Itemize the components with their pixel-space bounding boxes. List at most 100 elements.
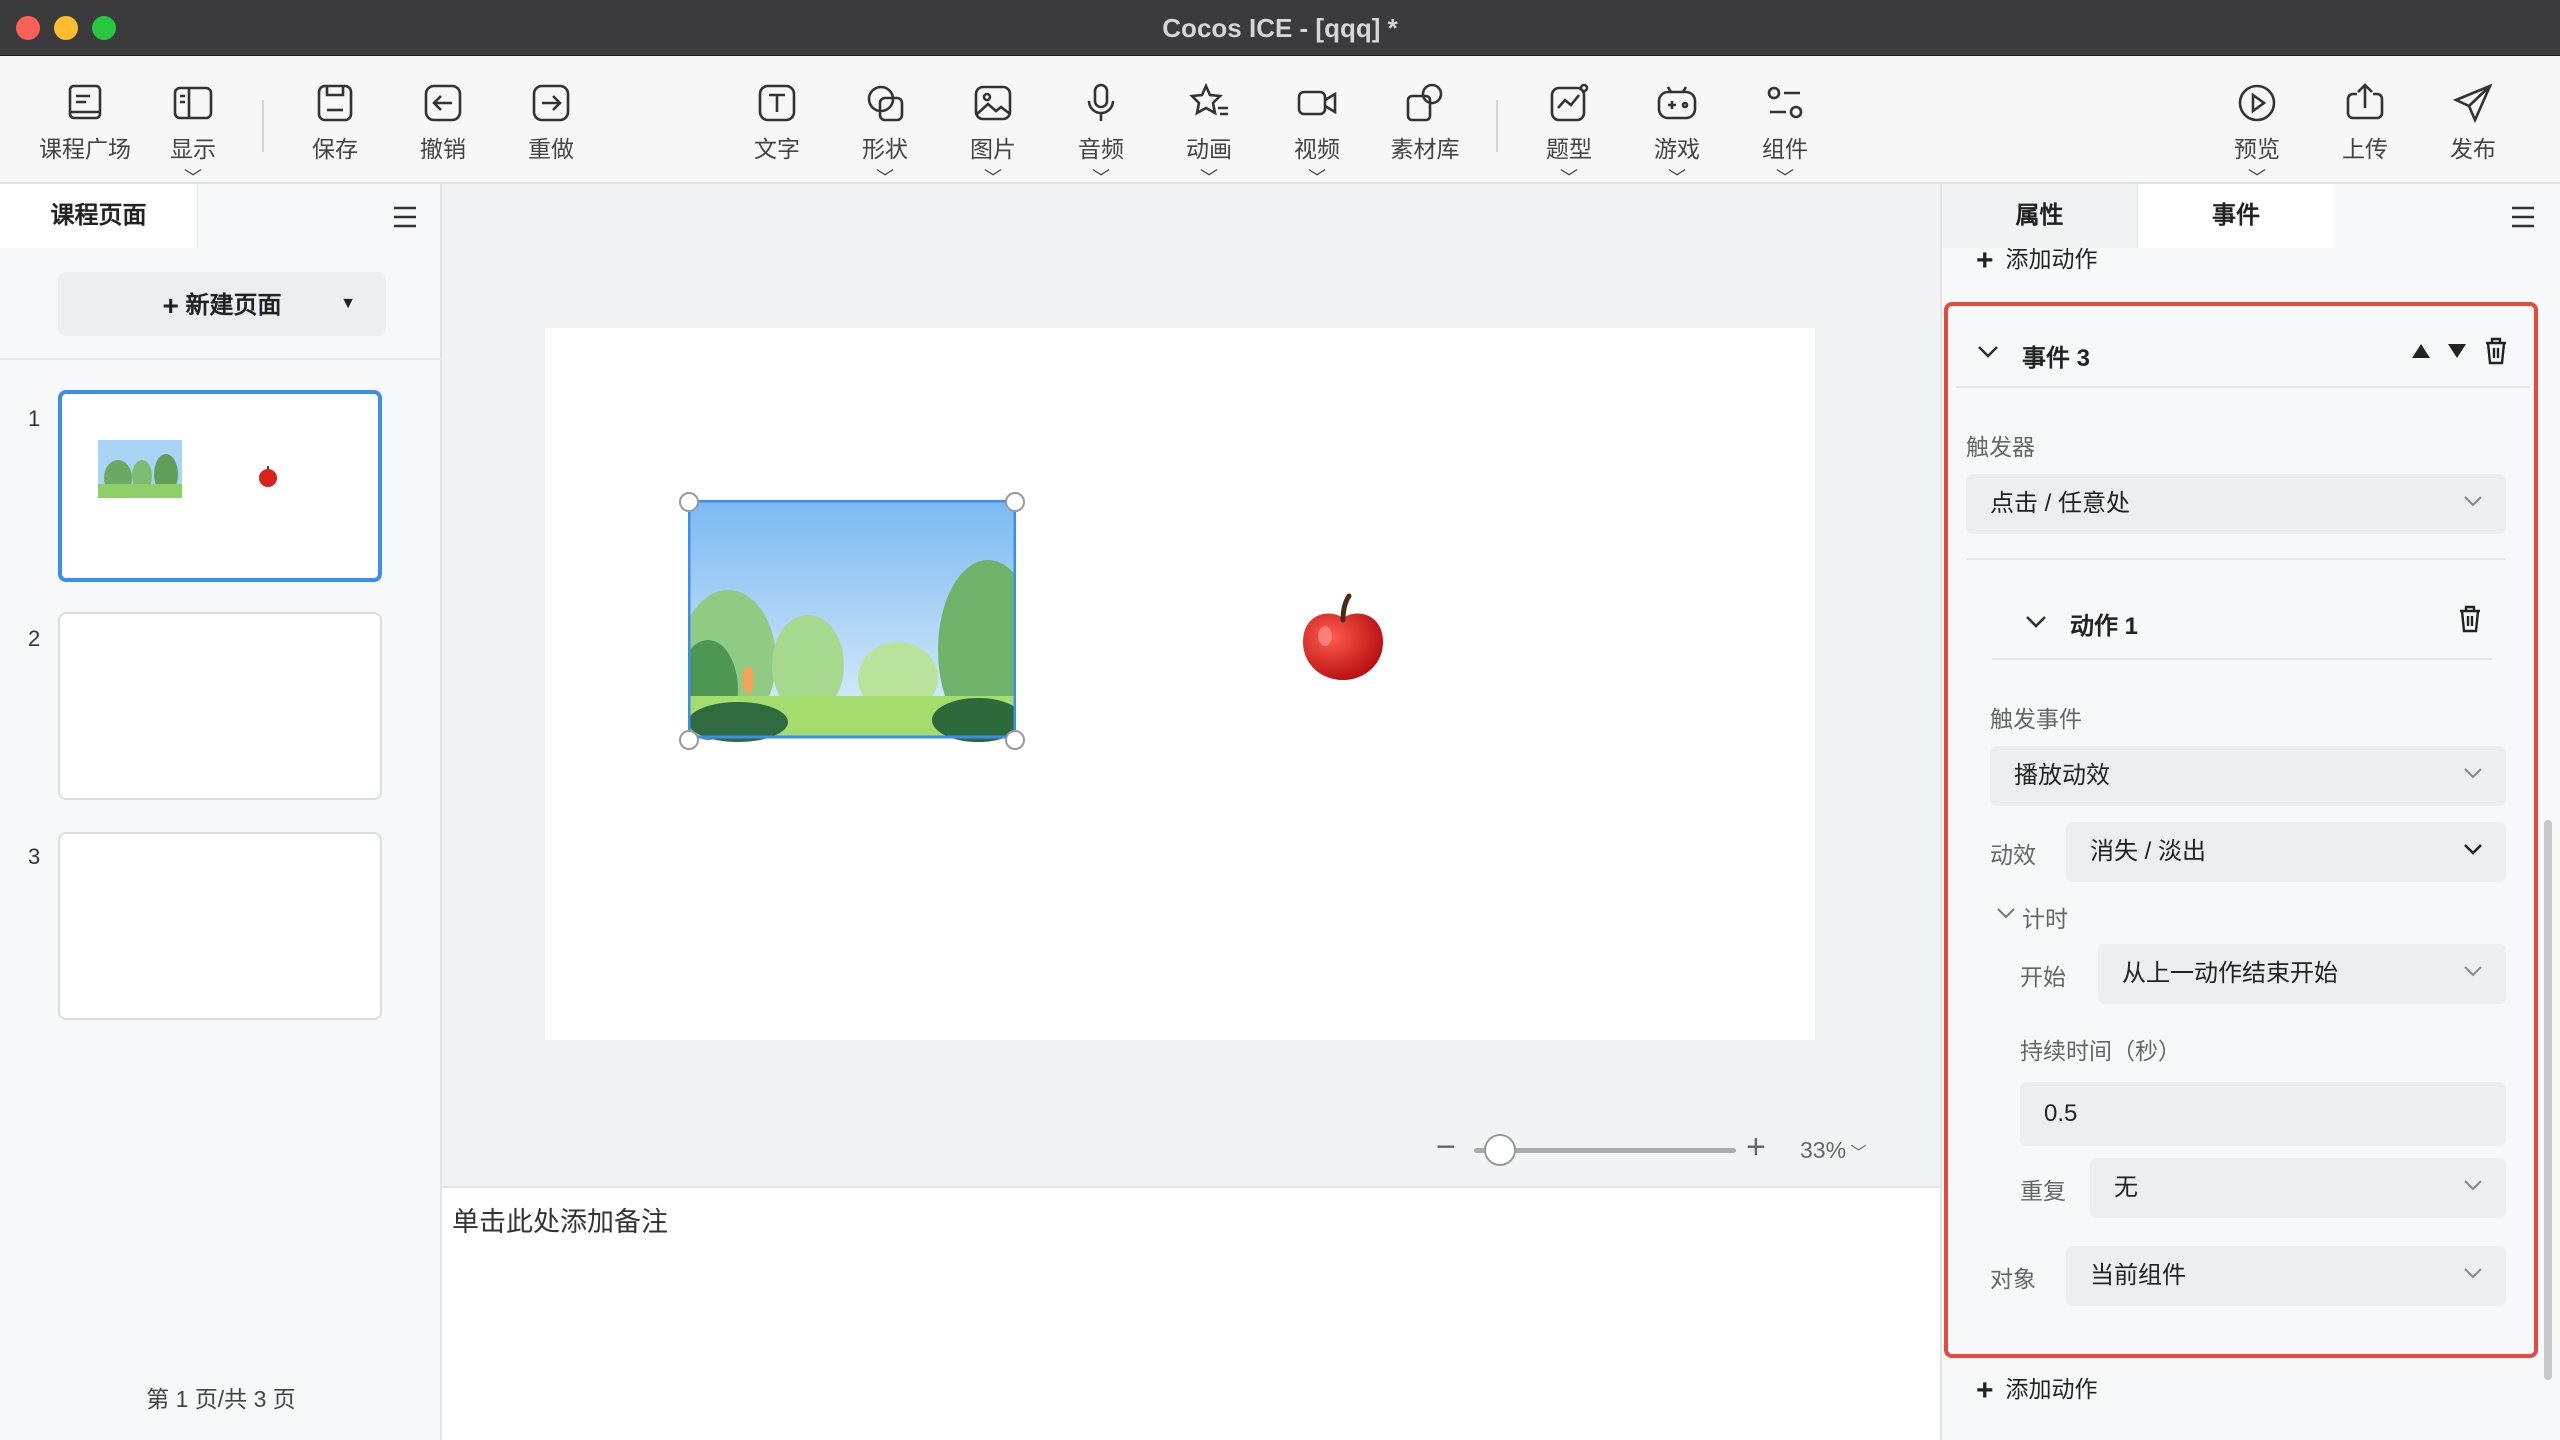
chevron-down-icon[interactable] — [1976, 344, 2000, 360]
target-label: 对象 — [1990, 1266, 2036, 1292]
forest-landscape-image[interactable] — [688, 500, 1016, 746]
repeat-select[interactable]: 无 — [2090, 1158, 2506, 1218]
move-up-icon[interactable] — [2410, 342, 2432, 360]
trigger-event-label: 触发事件 — [1990, 706, 2082, 732]
component-button[interactable]: 组件 ﹀ — [1730, 80, 1840, 188]
slide-canvas[interactable] — [545, 328, 1815, 1040]
trash-icon[interactable] — [2456, 604, 2484, 634]
start-label: 开始 — [2020, 964, 2066, 990]
chevron-down-icon — [2464, 496, 2482, 507]
redo-button[interactable]: 重做 — [496, 80, 606, 170]
page-thumbnail-3[interactable] — [58, 832, 382, 1020]
trigger-label: 触发器 — [1966, 434, 2035, 460]
menu-icon[interactable] — [390, 204, 420, 230]
add-action-button[interactable]: + 添加动作 — [1976, 1370, 2098, 1407]
divider — [1966, 558, 2506, 560]
inspector-scrollbar[interactable] — [2544, 820, 2552, 1380]
caret-down-icon[interactable]: ▼ — [340, 272, 356, 336]
effect-label: 动效 — [1990, 842, 2036, 868]
effect-select[interactable]: 消失 / 淡出 — [2066, 822, 2506, 882]
display-icon — [173, 86, 213, 120]
audio-button[interactable]: 音频 ﹀ — [1046, 80, 1156, 188]
landscape-thumbnail-image — [98, 440, 182, 498]
zoom-in-button[interactable]: + — [1746, 1130, 1776, 1168]
plus-icon: + — [162, 290, 179, 321]
text-button[interactable]: 文字 — [722, 80, 832, 170]
zoom-level-select[interactable]: 33% ﹀ — [1800, 1132, 1880, 1168]
selection-handle[interactable] — [679, 492, 699, 512]
selection-handle[interactable] — [679, 730, 699, 750]
tab-events[interactable]: 事件 — [2138, 184, 2334, 248]
course-square-icon — [68, 84, 102, 120]
divider — [0, 358, 442, 360]
chevron-down-icon: ﹀ — [1846, 1145, 1867, 1162]
tab-properties[interactable]: 属性 — [1942, 184, 2138, 248]
notes-area[interactable]: 单击此处添加备注 — [442, 1186, 1940, 1440]
main-toolbar: 课程广场 显示 ﹀ 保存 撤销 重做 文字 形状 ﹀ 图片 ﹀ 音频 ﹀ 动画 ﹀ 视频 ﹀ — [0, 56, 2560, 188]
video-button[interactable]: 视频 ﹀ — [1262, 80, 1372, 188]
divider — [1956, 386, 2530, 388]
timing-label[interactable]: 计时 — [2022, 900, 2068, 934]
toolbar-divider — [1496, 100, 1498, 152]
title-bar: Cocos ICE - [qqq] * — [0, 0, 2560, 56]
zoom-slider[interactable] — [1474, 1134, 1736, 1166]
add-action-button[interactable]: + 添加动作 — [1976, 240, 2098, 277]
asset-library-button[interactable]: 素材库 — [1370, 80, 1480, 170]
event-title: 事件 3 — [2022, 345, 2091, 372]
page-thumbnail-2[interactable] — [58, 612, 382, 800]
redo-icon — [532, 84, 570, 122]
image-button[interactable]: 图片 ﹀ — [938, 80, 1048, 188]
duration-label: 持续时间（秒） — [2020, 1038, 2181, 1064]
trash-icon[interactable] — [2482, 336, 2510, 366]
duration-input[interactable]: 0.5 — [2020, 1082, 2506, 1146]
asset-library-icon — [1406, 83, 1443, 122]
publish-button[interactable]: 发布 — [2418, 80, 2528, 170]
gamepad-icon — [1657, 86, 1697, 120]
save-icon — [317, 84, 353, 122]
preview-button[interactable]: 预览 ﹀ — [2202, 80, 2312, 188]
zoom-slider-handle[interactable] — [1484, 1134, 1517, 1166]
shape-icon — [867, 85, 904, 122]
target-select[interactable]: 当前组件 — [2066, 1246, 2506, 1306]
chevron-down-icon — [2464, 768, 2482, 779]
shape-button[interactable]: 形状 ﹀ — [830, 80, 940, 188]
trigger-select[interactable]: 点击 / 任意处 — [1966, 474, 2506, 534]
chevron-down-icon — [2464, 1268, 2482, 1279]
move-down-icon[interactable] — [2446, 342, 2468, 360]
save-button[interactable]: 保存 — [280, 80, 390, 170]
toolbar-divider — [262, 100, 264, 152]
trigger-event-select[interactable]: 播放动效 — [1990, 746, 2506, 806]
chevron-down-icon — [2464, 966, 2482, 977]
page-thumbnail-1[interactable] — [58, 390, 382, 582]
notes-placeholder: 单击此处添加备注 — [452, 1207, 668, 1237]
new-page-button[interactable]: + 新建页面 ▼ — [58, 272, 386, 336]
course-square-button[interactable]: 课程广场 — [30, 80, 140, 170]
chevron-down-icon[interactable] — [2024, 614, 2048, 630]
selection-handle[interactable] — [1005, 492, 1025, 512]
page-number: 1 — [28, 406, 41, 431]
plus-icon: + — [1976, 244, 1994, 277]
animation-star-icon — [1189, 82, 1228, 116]
page-indicator: 第 1 页/共 3 页 — [146, 1386, 296, 1412]
undo-button[interactable]: 撤销 — [388, 80, 498, 170]
send-icon — [2452, 83, 2493, 124]
chevron-down-icon[interactable] — [1996, 906, 2016, 920]
apple-image[interactable] — [1295, 590, 1391, 686]
game-button[interactable]: 游戏 ﹀ — [1622, 80, 1732, 188]
play-icon — [2238, 84, 2276, 122]
menu-icon[interactable] — [2508, 204, 2538, 230]
display-button[interactable]: 显示 ﹀ — [138, 80, 248, 188]
tab-course-pages[interactable]: 课程页面 — [0, 184, 198, 248]
animation-button[interactable]: 动画 ﹀ — [1154, 80, 1264, 188]
image-icon — [974, 85, 1012, 121]
question-type-button[interactable]: 题型 ﹀ — [1514, 80, 1624, 188]
start-select[interactable]: 从上一动作结束开始 — [2098, 944, 2506, 1004]
course-pages-panel: 课程页面 + 新建页面 ▼ 1 2 3 第 1 页/共 3 页 — [0, 184, 442, 1440]
repeat-label: 重复 — [2020, 1178, 2066, 1204]
upload-button[interactable]: 上传 — [2310, 80, 2420, 170]
zoom-out-button[interactable]: − — [1436, 1130, 1460, 1168]
action-title: 动作 1 — [2070, 613, 2139, 640]
divider — [1992, 658, 2492, 660]
selection-handle[interactable] — [1005, 730, 1025, 750]
window-title: Cocos ICE - [qqq] * — [1162, 13, 1398, 43]
